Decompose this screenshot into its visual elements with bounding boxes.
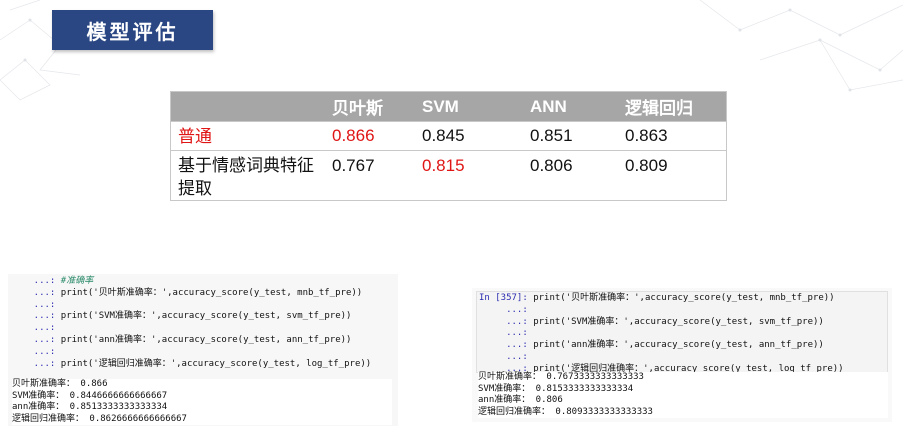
table-header-row: 贝叶斯 SVM ANN 逻辑回归	[171, 92, 726, 122]
code-line: In [357]: print('贝叶斯准确率：',accuracy_score…	[479, 293, 885, 305]
prompt: ...:	[12, 334, 61, 345]
code-line: ...:	[479, 352, 885, 364]
table-row: 普通 0.866 0.845 0.851 0.863	[171, 122, 726, 151]
code-text: print('ann准确率：',accuracy_score(y_test, a…	[533, 340, 824, 351]
prompt: ...:	[12, 276, 61, 286]
code-text: print('ann准确率：',accuracy_score(y_test, a…	[60, 334, 352, 345]
prompt: ...:	[479, 316, 534, 327]
prompt: ...:	[12, 323, 61, 334]
code-line: ...:	[479, 328, 885, 340]
prompt: ...:	[479, 304, 534, 315]
output-line: ann准确率： 0.8513333333333334	[12, 402, 392, 414]
table-cell: 0.767	[332, 156, 375, 175]
table-cell: 0.845	[422, 126, 465, 145]
code-output: 贝叶斯准确率： 0.866 SVM准确率： 0.8446666666666667…	[12, 379, 392, 425]
table-cell: 0.809	[625, 156, 668, 175]
prompt: ...:	[12, 346, 61, 357]
code-text: print('贝叶斯准确率：',accuracy_score(y_test, m…	[60, 287, 363, 298]
code-line: ...: print('贝叶斯准确率：',accuracy_score(y_te…	[12, 288, 394, 300]
code-text: print('SVM准确率：',accuracy_score(y_test, s…	[533, 316, 824, 327]
prompt: In [357]:	[479, 293, 534, 303]
table-header-cell: SVM	[422, 96, 459, 116]
table-cell: 0.851	[530, 126, 573, 145]
code-line: ...: print('SVM准确率：',accuracy_score(y_te…	[479, 317, 885, 329]
right-code-screenshot: In [357]: print('贝叶斯准确率：',accuracy_score…	[472, 288, 892, 422]
code-input: In [357]: print('贝叶斯准确率：',accuracy_score…	[476, 291, 888, 374]
prompt: ...:	[479, 351, 534, 362]
output-line: 逻辑回归准确率： 0.8093333333333333	[478, 406, 888, 418]
table-header-cell: ANN	[530, 96, 567, 116]
table-cell: 0.806	[530, 156, 573, 175]
code-line: ...:	[12, 347, 394, 359]
code-line: ...: print('ann准确率：',accuracy_score(y_te…	[12, 335, 394, 347]
code-text: print('SVM准确率：',accuracy_score(y_test, s…	[60, 311, 352, 322]
evaluation-table: 贝叶斯 SVM ANN 逻辑回归 普通 0.866 0.845 0.851 0.…	[170, 91, 727, 201]
code-text: print('贝叶斯准确率：',accuracy_score(y_test, m…	[533, 293, 835, 303]
prompt: ...:	[12, 358, 61, 369]
table-cell: 0.866	[332, 126, 375, 145]
table-row: 基于情感词典特征提取 0.767 0.815 0.806 0.809	[171, 151, 726, 200]
prompt: ...:	[479, 340, 534, 351]
code-line: ...: print('SVM准确率：',accuracy_score(y_te…	[12, 311, 394, 323]
code-line: ...: print('逻辑回归准确率：',accuracy_score(y_t…	[12, 359, 394, 371]
code-line: ...:	[12, 300, 394, 312]
code-input: ...: #准确率 ...: print('贝叶斯准确率：',accuracy_…	[8, 274, 398, 370]
output-line: SVM准确率： 0.8153333333333334	[478, 383, 888, 395]
row-label: 基于情感词典特征提取	[178, 156, 314, 198]
code-text: print('逻辑回归准确率：',accuracy_score(y_test, …	[60, 358, 372, 369]
table-cell: 0.815	[422, 156, 465, 175]
code-output: 贝叶斯准确率： 0.7673333333333333 SVM准确率： 0.815…	[478, 372, 888, 418]
output-line: SVM准确率： 0.8446666666666667	[12, 390, 392, 402]
prompt: ...:	[12, 287, 61, 298]
output-line: 贝叶斯准确率： 0.7673333333333333	[478, 372, 888, 384]
row-label: 普通	[178, 126, 212, 146]
left-code-screenshot: ...: #准确率 ...: print('贝叶斯准确率：',accuracy_…	[8, 274, 398, 426]
code-text: #准确率	[60, 276, 94, 286]
output-line: 逻辑回归准确率： 0.8626666666666667	[12, 413, 392, 425]
prompt: ...:	[12, 311, 61, 322]
table-cell: 0.863	[625, 126, 668, 145]
output-line: ann准确率： 0.806	[478, 395, 888, 407]
table-header-cell: 逻辑回归	[625, 99, 693, 118]
code-line: ...: print('ann准确率：',accuracy_score(y_te…	[479, 340, 885, 352]
table-header-cell: 贝叶斯	[332, 99, 383, 118]
code-line: ...:	[12, 323, 394, 335]
prompt: ...:	[479, 328, 534, 339]
code-line: ...: #准确率	[12, 276, 394, 288]
prompt: ...:	[12, 299, 61, 310]
code-line: ...:	[479, 305, 885, 317]
slide-title: 模型评估	[52, 10, 213, 50]
output-line: 贝叶斯准确率： 0.866	[12, 379, 392, 391]
